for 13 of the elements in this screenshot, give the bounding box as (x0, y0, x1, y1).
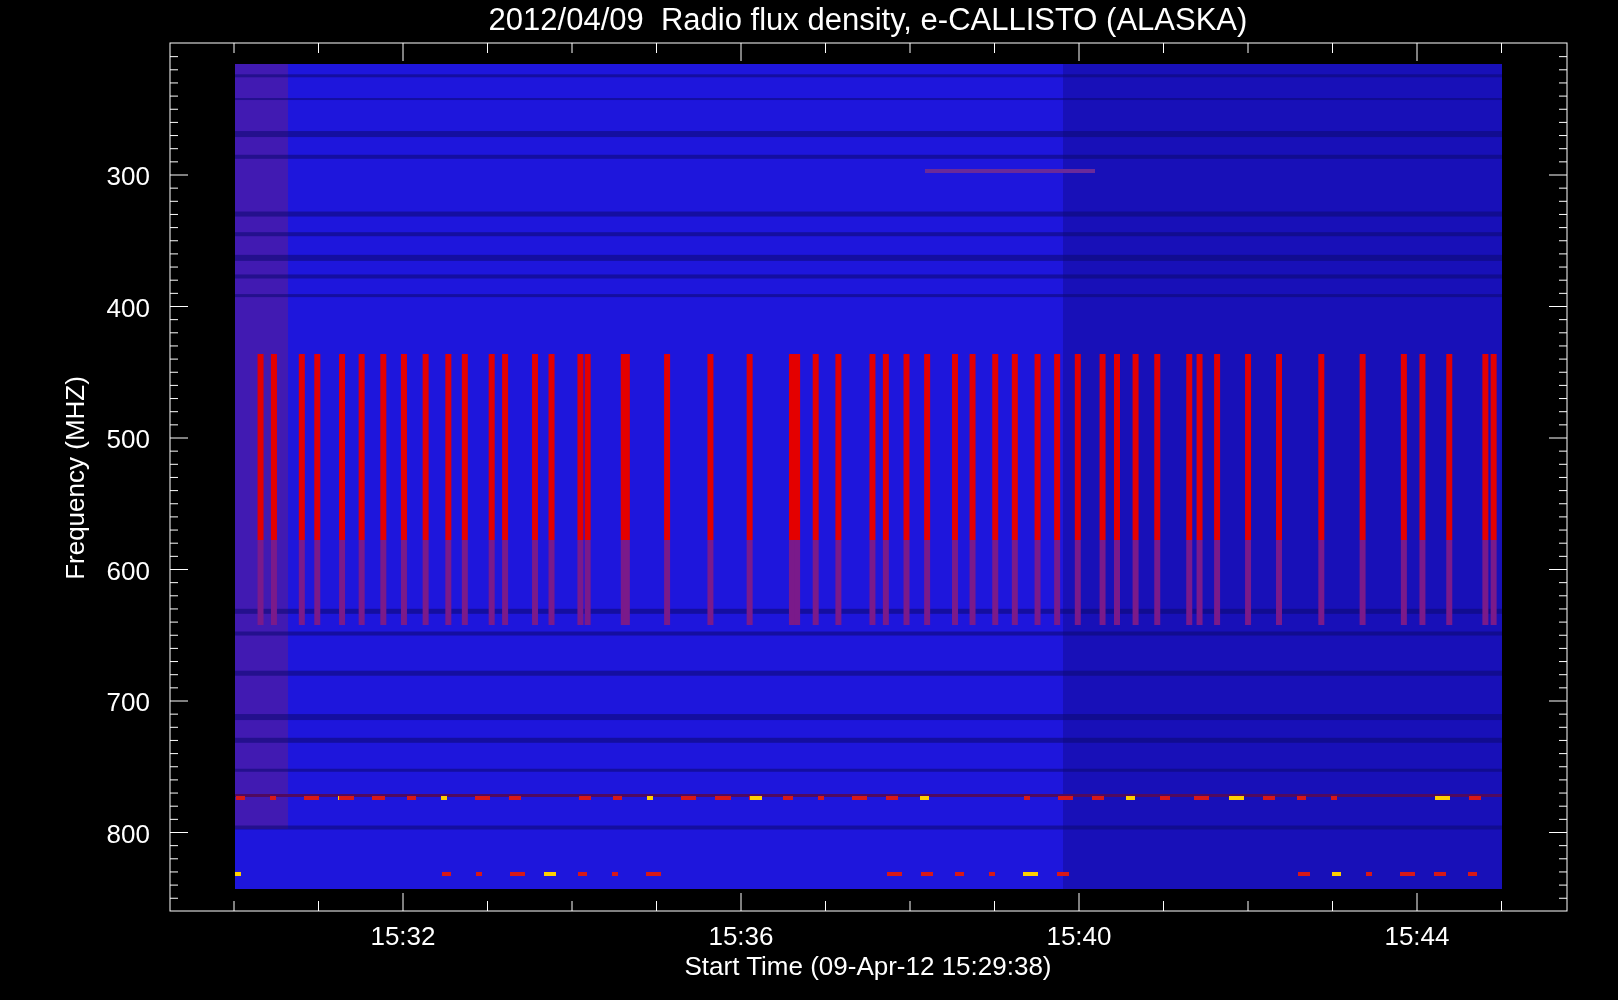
x-tick-label: 15:36 (708, 921, 774, 951)
y-tick-label: 600 (106, 555, 150, 586)
x-tick-label: 15:40 (1046, 921, 1112, 951)
plot-title: 2012/04/09 Radio flux density, e-CALLISTO (ALASKA) (488, 2, 1248, 37)
y-tick-label: 400 (106, 292, 150, 323)
y-axis-label: Frequency (MHZ) (60, 376, 90, 580)
y-tick-label: 300 (106, 161, 150, 191)
x-axis-label: Start Time (09-Apr-12 15:29:38) (684, 951, 1052, 981)
x-tick-label: 15:32 (370, 921, 436, 951)
y-tick-label: 800 (106, 818, 150, 849)
y-tick-label: 500 (106, 424, 150, 454)
x-tick-label: 15:44 (1384, 921, 1450, 951)
y-tick-label: 700 (106, 687, 150, 717)
